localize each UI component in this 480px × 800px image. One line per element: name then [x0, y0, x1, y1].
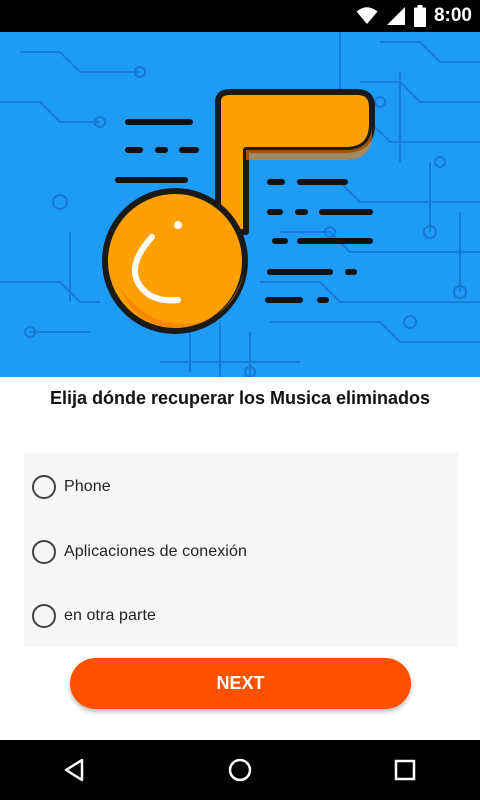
radio-button[interactable]: [32, 475, 56, 499]
status-time: 8:00: [433, 5, 472, 26]
option-connection-apps[interactable]: Aplicaciones de conexión: [32, 532, 452, 572]
navigation-bar: [0, 740, 480, 800]
radio-button[interactable]: [32, 604, 56, 628]
recents-icon[interactable]: [391, 756, 419, 784]
hero-banner: [0, 32, 480, 377]
option-phone[interactable]: Phone: [32, 467, 452, 507]
option-label: Phone: [64, 478, 111, 495]
cellular-icon: [386, 7, 405, 25]
home-icon[interactable]: [226, 756, 254, 784]
option-label: Aplicaciones de conexión: [64, 543, 247, 560]
back-icon[interactable]: [61, 756, 89, 784]
next-button[interactable]: NEXT: [70, 658, 411, 709]
radio-button[interactable]: [32, 540, 56, 564]
status-bar: 8:00: [0, 0, 480, 32]
options-group: Phone Aplicaciones de conexión en otra p…: [24, 453, 458, 647]
wifi-icon: [356, 7, 378, 24]
option-elsewhere[interactable]: en otra parte: [32, 596, 452, 636]
option-label: en otra parte: [64, 607, 157, 624]
battery-icon: [413, 5, 426, 27]
question-title: Elija dónde recuperar los Musica elimina…: [49, 388, 431, 408]
circuit-background: [0, 32, 480, 377]
